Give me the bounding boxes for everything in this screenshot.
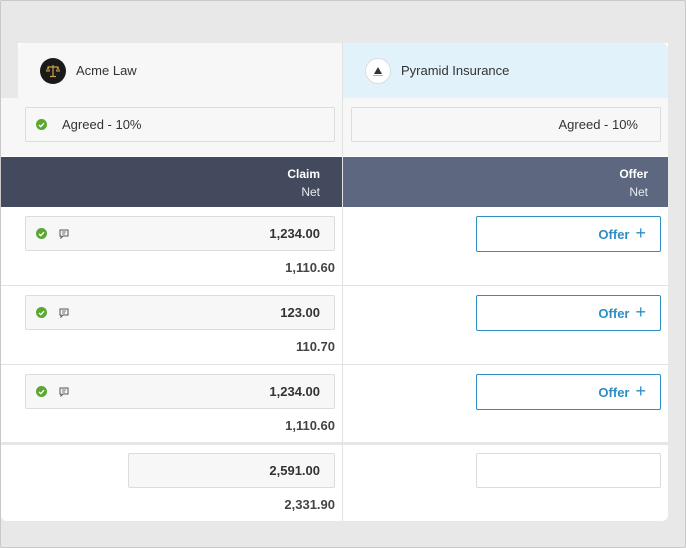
check-circle-icon <box>36 228 47 239</box>
party-header-insurer: Pyramid Insurance <box>343 43 668 98</box>
column-header-offer: Offer Net <box>343 157 668 207</box>
claim-net-amount: 1,110.60 <box>285 260 335 275</box>
claim-value-box: 1,234.00 <box>25 216 335 251</box>
claim-value-box: 123.00 <box>25 295 335 330</box>
column-subtitle-claim-net: Net <box>301 185 320 199</box>
check-circle-icon <box>36 386 47 397</box>
column-subtitle-offer-net: Net <box>629 185 648 199</box>
plus-icon: + <box>635 301 646 322</box>
table-row: 1,234.00 1,110.60 Offer + <box>1 207 668 286</box>
claim-amount: 1,234.00 <box>269 226 320 241</box>
offer-button[interactable]: Offer + <box>476 216 661 252</box>
pyramid-icon <box>365 57 391 84</box>
total-offer-box <box>476 453 661 488</box>
claim-value-box: 1,234.00 <box>25 374 335 409</box>
table-row: 123.00 110.70 Offer + <box>1 286 668 365</box>
offer-button[interactable]: Offer + <box>476 374 661 410</box>
agreement-claimant-text: Agreed - 10% <box>62 117 142 132</box>
claim-amount: 123.00 <box>280 305 320 320</box>
party-name-insurer: Pyramid Insurance <box>401 63 510 78</box>
column-header-claim: Claim Net <box>1 157 342 207</box>
scales-of-justice-icon <box>40 57 66 84</box>
offer-button-label: Offer <box>598 384 630 400</box>
claim-net-amount: 1,110.60 <box>285 418 335 433</box>
check-circle-icon <box>36 119 47 130</box>
agreement-insurer: Agreed - 10% <box>351 107 661 142</box>
claim-net-amount: 110.70 <box>295 339 335 354</box>
column-title-offer: Offer <box>619 167 648 181</box>
table-row: 1,234.00 1,110.60 Offer + <box>1 365 668 444</box>
party-header-claimant: Acme Law <box>18 43 342 98</box>
plus-icon: + <box>635 222 646 243</box>
comment-icon[interactable] <box>59 387 69 397</box>
agreement-claimant: Agreed - 10% <box>25 107 335 142</box>
total-claim-box: 2,591.00 <box>128 453 335 488</box>
comment-icon[interactable] <box>59 308 69 318</box>
negotiation-table: Acme Law Pyramid Insurance Agreed - 10% … <box>1 43 668 521</box>
total-net-amount: 2,331.90 <box>284 497 335 512</box>
plus-icon: + <box>635 380 646 401</box>
check-circle-icon <box>36 307 47 318</box>
total-claim-amount: 2,591.00 <box>269 463 320 478</box>
offer-button-label: Offer <box>598 226 630 242</box>
column-divider <box>342 43 343 521</box>
total-separator <box>1 442 668 445</box>
offer-button-label: Offer <box>598 305 630 321</box>
claim-amount: 1,234.00 <box>269 384 320 399</box>
column-title-claim: Claim <box>287 167 320 181</box>
offer-button[interactable]: Offer + <box>476 295 661 331</box>
agreement-insurer-text: Agreed - 10% <box>558 117 639 132</box>
header-gutter <box>1 43 18 98</box>
comment-icon[interactable] <box>59 229 69 239</box>
party-name-claimant: Acme Law <box>76 63 137 78</box>
agreement-row: Agreed - 10% Agreed - 10% <box>1 98 668 156</box>
